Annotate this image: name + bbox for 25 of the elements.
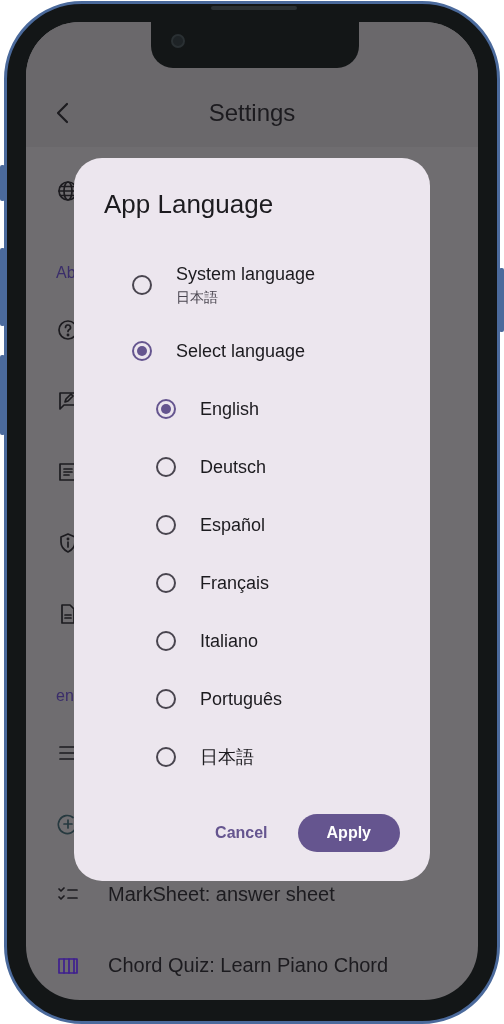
apply-button[interactable]: Apply xyxy=(297,814,400,852)
option-label[interactable]: Select language xyxy=(176,340,306,362)
radio-button[interactable] xyxy=(156,399,176,419)
cancel-button[interactable]: Cancel xyxy=(201,814,282,852)
radio-button[interactable] xyxy=(132,275,152,295)
language-option[interactable]: Italiano xyxy=(200,630,259,652)
language-option[interactable]: 日本語 xyxy=(200,745,254,769)
radio-button[interactable] xyxy=(156,457,176,477)
camera xyxy=(171,34,185,48)
radio-button[interactable] xyxy=(156,573,176,593)
language-option[interactable]: Español xyxy=(200,514,266,536)
language-option[interactable]: Deutsch xyxy=(200,456,267,478)
radio-button[interactable] xyxy=(156,515,176,535)
radio-button[interactable] xyxy=(156,689,176,709)
language-option[interactable]: Português xyxy=(200,688,283,710)
section-header: en xyxy=(56,687,74,705)
option-label[interactable]: System language xyxy=(176,263,316,285)
option-subtitle: 日本語 xyxy=(176,288,219,307)
language-option[interactable]: Français xyxy=(200,572,270,594)
radio-button[interactable] xyxy=(132,341,152,361)
dialog-title: App Language xyxy=(104,188,275,220)
language-option[interactable]: English xyxy=(200,398,260,420)
radio-button[interactable] xyxy=(156,747,176,767)
screen-title: Settings xyxy=(208,99,296,127)
radio-button[interactable] xyxy=(156,631,176,651)
